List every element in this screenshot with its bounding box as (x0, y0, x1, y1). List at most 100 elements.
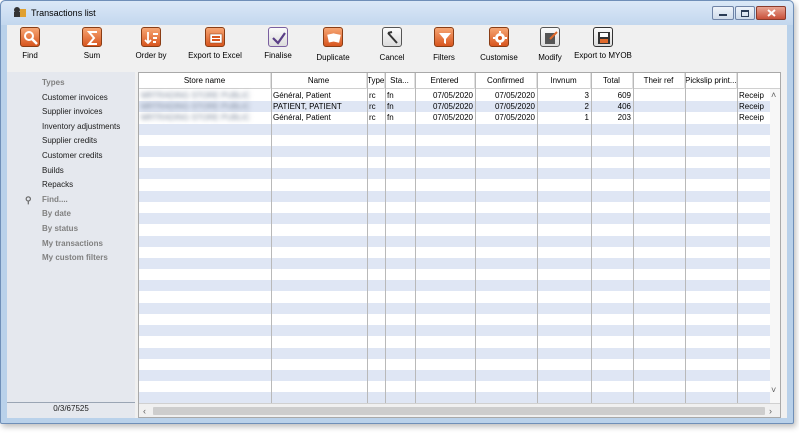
cell-their-ref (633, 90, 685, 101)
duplicate-icon (323, 27, 343, 47)
finalise-label: Finalise (264, 51, 292, 60)
sidebar-item-by-date[interactable]: By date (7, 207, 135, 222)
column-header-name[interactable]: Name (271, 73, 367, 89)
minimize-icon (719, 14, 727, 16)
filters-button[interactable]: Filters (429, 27, 459, 71)
duplicate-button[interactable]: Duplicate (313, 27, 353, 71)
column-divider (633, 73, 634, 403)
maximize-icon (741, 9, 749, 17)
cell-confirmed: 07/05/2020 (494, 113, 535, 123)
cell-store: MRTRADING STORE PUBLIC (141, 102, 251, 112)
cell-store: MRTRADING STORE PUBLIC (141, 113, 251, 123)
close-button[interactable] (756, 6, 786, 20)
cell-name: PATIENT, PATIENT (273, 102, 342, 112)
horizontal-scrollbar[interactable]: ‹ › (139, 403, 780, 417)
cancel-button[interactable]: Cancel (375, 27, 409, 71)
cell-type: rc (369, 102, 376, 112)
export-myob-label: Export to MYOB (574, 51, 632, 60)
sidebar-item-builds[interactable]: Builds (7, 164, 135, 179)
export-excel-button[interactable]: Export to Excel (185, 27, 245, 71)
scroll-up-icon[interactable]: ˄ (771, 90, 776, 100)
column-divider (415, 73, 416, 403)
column-header-invnum[interactable]: Invnum (537, 73, 591, 89)
scroll-left-icon[interactable]: ‹ (143, 406, 146, 416)
column-header-type[interactable]: Type (367, 73, 385, 89)
sidebar-item-by-status[interactable]: By status (7, 222, 135, 237)
column-header-store-name[interactable]: Store name (139, 73, 271, 89)
maximize-button[interactable] (735, 6, 755, 20)
cell-status: fn (387, 113, 394, 123)
sidebar-item-customer-invoices[interactable]: Customer invoices (7, 91, 135, 106)
sidebar-item-repacks[interactable]: Repacks (7, 178, 135, 193)
sidebar-item-find-label: Find.... (42, 194, 68, 204)
cell-name: Général, Patient (273, 91, 331, 100)
column-divider (367, 73, 368, 403)
transactions-window: Transactions list Find Sum Order by Expo… (0, 0, 794, 424)
column-divider (685, 73, 686, 403)
sidebar-item-supplier-credits[interactable]: Supplier credits (7, 134, 135, 149)
column-divider (385, 73, 386, 403)
sort-icon (141, 27, 161, 47)
cell-invnum: 1 (584, 113, 589, 123)
cell-entered: 07/05/2020 (432, 102, 473, 112)
sidebar-item-my-transactions[interactable]: My transactions (7, 237, 135, 252)
cell-confirmed: 07/05/2020 (494, 91, 535, 100)
vertical-scrollbar[interactable]: ˄ ˅ (770, 89, 780, 403)
column-divider (537, 73, 538, 403)
cell-pickslip (685, 112, 737, 123)
export-excel-label: Export to Excel (188, 51, 242, 60)
sidebar-item-my-custom-filters[interactable]: My custom filters (7, 251, 135, 266)
cancel-icon (382, 27, 402, 47)
modify-button[interactable]: Modify (535, 27, 565, 71)
sidebar-item-supplier-invoices[interactable]: Supplier invoices (7, 105, 135, 120)
transactions-table[interactable]: Store name Name Type Sta... Entered Conf… (138, 72, 781, 418)
column-divider (737, 73, 738, 403)
search-icon (20, 27, 40, 47)
window-title: Transactions list (31, 8, 96, 18)
column-header-total[interactable]: Total (591, 73, 633, 89)
column-header-confirmed[interactable]: Confirmed (475, 73, 537, 89)
column-header-their-ref[interactable]: Their ref (633, 73, 685, 89)
minimize-button[interactable] (712, 6, 734, 20)
modify-label: Modify (538, 53, 562, 62)
column-header-status[interactable]: Sta... (385, 73, 415, 89)
find-label: Find (22, 51, 38, 60)
checkmark-icon (268, 27, 288, 47)
sidebar-item-inventory-adjustments[interactable]: Inventory adjustments (7, 120, 135, 135)
column-header-pickslip[interactable]: Pickslip print... (685, 73, 737, 89)
sidebar-list: Types Customer invoices Supplier invoice… (7, 76, 135, 266)
export-myob-button[interactable]: Export to MYOB (573, 27, 633, 71)
cell-pickslip (685, 90, 737, 101)
cell-status: fn (387, 102, 394, 112)
scroll-right-icon[interactable]: › (769, 406, 772, 416)
cell-invnum: 3 (584, 91, 589, 100)
title-bar[interactable]: Transactions list (1, 1, 793, 25)
find-button[interactable]: Find (15, 27, 45, 71)
customise-button[interactable]: Customise (477, 27, 521, 71)
sigma-icon (82, 27, 102, 47)
horizontal-scroll-thumb[interactable] (153, 407, 765, 415)
finalise-button[interactable]: Finalise (261, 27, 295, 71)
cell-pickslip (685, 101, 737, 112)
sum-label: Sum (83, 51, 101, 60)
scroll-down-icon[interactable]: ˅ (771, 385, 776, 395)
cell-status: fn (387, 91, 394, 100)
column-divider (475, 73, 476, 403)
cell-their-ref (633, 101, 685, 112)
sum-button[interactable]: Sum (77, 27, 107, 71)
save-icon (593, 27, 613, 47)
customise-label: Customise (480, 53, 518, 62)
gear-icon (489, 27, 509, 47)
sidebar-item-customer-credits[interactable]: Customer credits (7, 149, 135, 164)
order-by-button[interactable]: Order by (133, 27, 169, 71)
filter-icon (434, 27, 454, 47)
client-area: Find Sum Order by Export to Excel Finali… (7, 25, 787, 418)
cell-their-ref (633, 112, 685, 123)
sidebar-item-find[interactable]: ⚲ Find.... (7, 193, 135, 208)
export-excel-icon (205, 27, 225, 47)
column-header-entered[interactable]: Entered (415, 73, 475, 89)
cell-store: MRTRADING STORE PUBLIC (141, 91, 251, 100)
duplicate-label: Duplicate (316, 53, 350, 62)
sidebar-group-types[interactable]: Types (7, 76, 135, 91)
sidebar: Types Customer invoices Supplier invoice… (7, 72, 135, 418)
